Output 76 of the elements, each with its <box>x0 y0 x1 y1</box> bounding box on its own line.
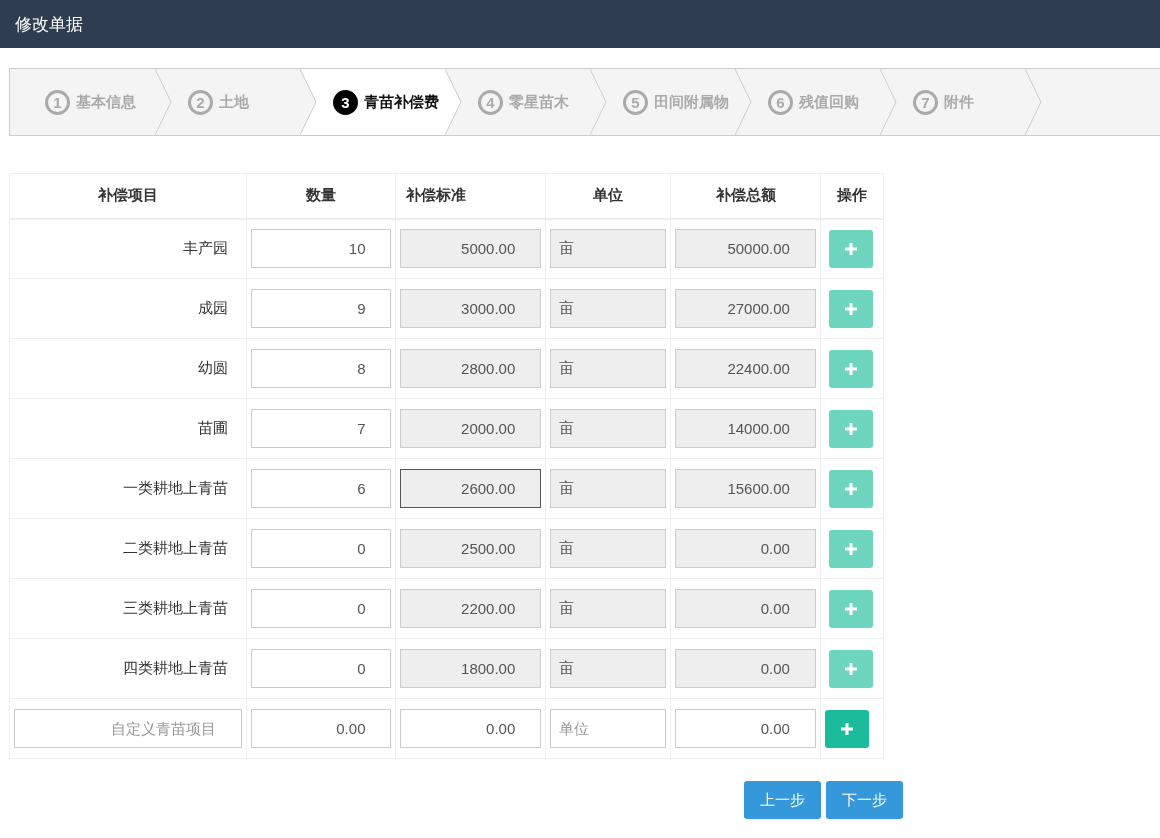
page-title: 修改单据 <box>15 13 83 36</box>
step-number: 5 <box>623 89 648 115</box>
unit-field[interactable]: 亩 <box>550 589 667 628</box>
standard-field[interactable]: 2200.00 <box>400 589 542 628</box>
item-name: 四类耕地上青苗 <box>122 659 229 676</box>
plus-icon <box>844 662 857 675</box>
step-number: 2 <box>188 89 213 115</box>
step-label: 青苗补偿费 <box>364 92 439 112</box>
unit-field[interactable]: 亩 <box>550 289 667 328</box>
quantity-field[interactable]: 6 <box>250 469 392 508</box>
column-header: 补偿标准 <box>396 173 546 219</box>
standard-field[interactable]: 3000.00 <box>400 289 542 328</box>
quantity-field[interactable]: 0.00 <box>250 709 392 748</box>
step-label: 零星苗木 <box>509 92 569 112</box>
standard-field[interactable]: 2500.00 <box>400 529 542 568</box>
total-field[interactable]: 27000.00 <box>675 289 816 328</box>
step-label: 基本信息 <box>76 92 136 112</box>
plus-icon <box>844 482 857 495</box>
total-field[interactable]: 0.00 <box>675 529 816 568</box>
plus-icon <box>844 362 857 375</box>
plus-icon <box>844 602 857 615</box>
item-name: 三类耕地上青苗 <box>122 599 229 616</box>
plus-icon <box>844 422 857 435</box>
plus-icon <box>844 242 857 255</box>
add-button[interactable] <box>824 709 869 748</box>
quantity-field[interactable]: 0 <box>250 649 392 688</box>
standard-field[interactable]: 0.00 <box>400 709 542 748</box>
item-name: 一类耕地上青苗 <box>122 479 229 496</box>
plus-icon <box>844 542 857 555</box>
step-label: 残值回购 <box>799 92 859 112</box>
step-label: 田间附属物 <box>654 92 729 112</box>
column-header: 补偿项目 <box>9 173 247 219</box>
standard-field[interactable]: 1800.00 <box>400 649 542 688</box>
total-field[interactable]: 0.00 <box>675 589 816 628</box>
item-field[interactable]: 自定义青苗项目 <box>14 709 242 748</box>
total-field[interactable]: 14000.00 <box>675 409 816 448</box>
total-field[interactable]: 22400.00 <box>675 349 816 388</box>
unit-field[interactable]: 亩 <box>550 469 667 508</box>
total-field[interactable]: 15600.00 <box>675 469 816 508</box>
item-name: 成园 <box>197 299 229 316</box>
step-number: 1 <box>45 89 70 115</box>
quantity-field[interactable]: 8 <box>250 349 392 388</box>
item-name: 丰产园 <box>182 239 229 257</box>
step-number: 4 <box>478 89 503 115</box>
unit-field[interactable]: 亩 <box>550 529 667 568</box>
item-name: 苗圃 <box>197 419 229 436</box>
standard-field[interactable]: 5000.00 <box>400 229 542 269</box>
standard-field[interactable]: 2800.00 <box>400 349 542 388</box>
quantity-field[interactable]: 0 <box>250 589 392 628</box>
unit-field[interactable]: 亩 <box>550 649 667 688</box>
quantity-field[interactable]: 7 <box>250 409 392 448</box>
column-header: 数量 <box>246 173 396 219</box>
quantity-field[interactable]: 10 <box>250 229 392 269</box>
total-field[interactable]: 50000.00 <box>675 229 816 269</box>
unit-field[interactable]: 亩 <box>550 409 667 448</box>
unit-field[interactable]: 单位 <box>550 709 667 748</box>
column-header: 单位 <box>545 173 671 219</box>
item-name: 幼圆 <box>197 359 229 376</box>
item-name: 二类耕地上青苗 <box>122 539 229 556</box>
standard-field[interactable]: 2000.00 <box>400 409 542 448</box>
step-number: 6 <box>768 89 793 115</box>
plus-icon <box>840 722 853 735</box>
step-label: 附件 <box>944 92 974 112</box>
step-number: 7 <box>913 89 938 115</box>
column-header: 操作 <box>820 173 884 219</box>
quantity-field[interactable]: 9 <box>250 289 392 328</box>
total-field[interactable]: 0.00 <box>675 649 816 688</box>
quantity-field[interactable]: 0 <box>250 529 392 568</box>
unit-field[interactable]: 亩 <box>550 349 667 388</box>
total-field[interactable]: 0.00 <box>675 709 816 748</box>
plus-icon <box>844 302 857 315</box>
step-label: 土地 <box>219 92 249 112</box>
column-header: 补偿总额 <box>670 173 821 219</box>
unit-field[interactable]: 亩 <box>550 229 667 269</box>
standard-field[interactable]: 2600.00 <box>400 469 542 508</box>
step-number: 3 <box>333 89 358 115</box>
